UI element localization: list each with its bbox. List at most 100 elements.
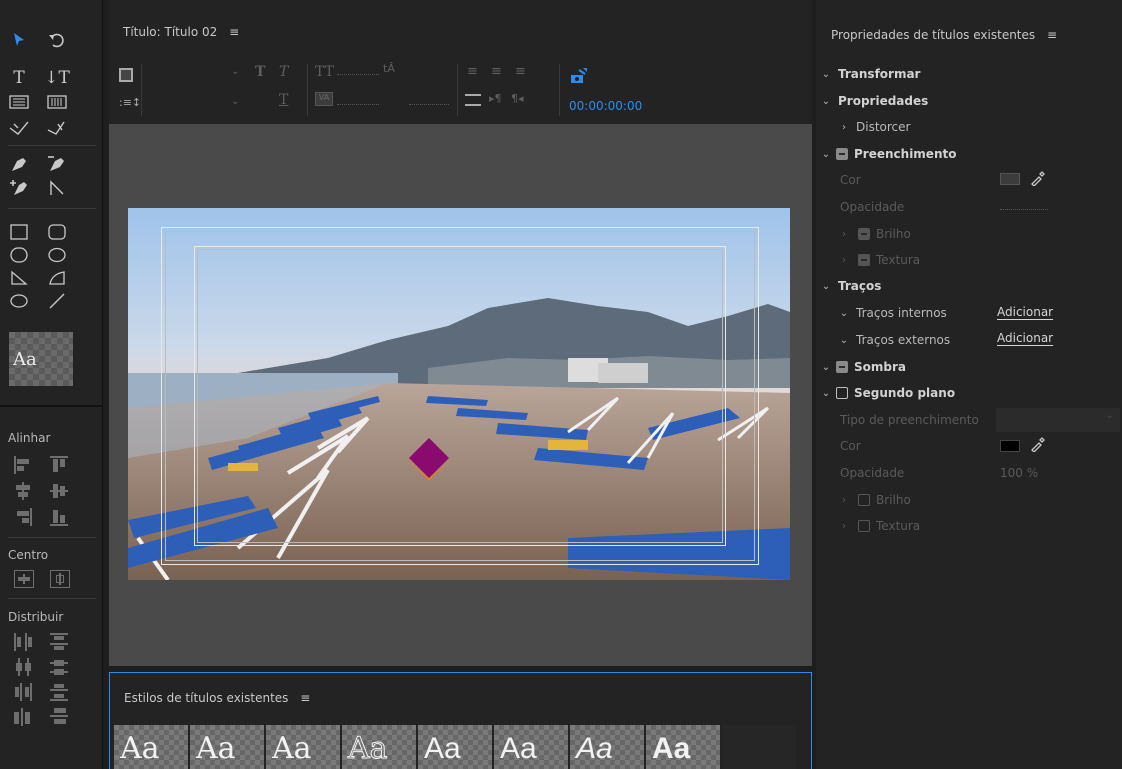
style-tile[interactable]: Aa (494, 725, 568, 769)
panel-menu-icon[interactable]: ≡ (229, 25, 239, 39)
section-propriedades[interactable]: ⌄ Propriedades (820, 91, 928, 111)
path-type-tool-icon[interactable] (8, 118, 30, 138)
tab-icon[interactable] (465, 94, 481, 106)
distribute-bottom-icon[interactable] (50, 683, 70, 701)
rotation-tool-icon[interactable] (46, 30, 68, 50)
rectangle-tool-icon[interactable] (8, 222, 30, 242)
chevron-right-icon[interactable]: › (838, 495, 850, 506)
section-tracos-externos[interactable]: ⌄ Traços externos (838, 330, 950, 350)
roll-crawl-options-icon[interactable] (119, 68, 133, 82)
fill-opacity-value[interactable] (1000, 209, 1048, 210)
fill-checkbox[interactable] (836, 148, 848, 160)
style-tile[interactable]: Aa (342, 725, 416, 769)
type-tool-icon[interactable]: T (8, 68, 30, 88)
panel-menu-icon[interactable]: ≡ (1047, 28, 1057, 42)
section-brilho[interactable]: › Brilho (838, 224, 911, 244)
show-background-video-icon[interactable] (569, 68, 587, 87)
center-vertical-icon[interactable] (50, 570, 70, 588)
area-type-tool-icon[interactable] (8, 92, 30, 112)
chevron-down-icon[interactable]: ⌄ (820, 388, 832, 399)
paragraph-icon[interactable]: ▸¶ (489, 92, 502, 105)
timecode-display[interactable]: 00:00:00:00 (569, 99, 642, 113)
fill-color-swatch[interactable] (1000, 173, 1020, 185)
line-tool-icon[interactable] (46, 291, 68, 311)
center-text-icon[interactable]: ≡ (491, 64, 502, 79)
distribute-right-icon[interactable] (14, 683, 34, 701)
align-right-text-icon[interactable]: ≡ (515, 64, 526, 79)
vertical-path-type-tool-icon[interactable] (46, 118, 68, 138)
texture-checkbox[interactable] (858, 520, 870, 532)
chevron-right-icon[interactable]: › (838, 521, 850, 532)
distribute-left-icon[interactable] (14, 633, 34, 651)
leading-icon[interactable]: tÂ (383, 62, 395, 75)
style-tile[interactable]: Aa (114, 725, 188, 769)
distribute-horizontal-even-icon[interactable] (14, 708, 34, 726)
panel-menu-icon[interactable]: ≡ (300, 691, 310, 705)
align-left-icon[interactable] (14, 456, 34, 474)
pen-tool-icon[interactable] (8, 154, 30, 174)
distribute-vertical-even-icon[interactable] (50, 708, 70, 726)
eyedropper-icon[interactable] (1030, 436, 1046, 455)
font-size-icon[interactable]: TT (315, 64, 334, 80)
font-family-dropdown-icon[interactable]: ⌄ (231, 66, 239, 77)
align-bottom-icon[interactable] (50, 508, 70, 526)
background-opacity-value[interactable]: 100 % (1000, 463, 1038, 483)
chevron-down-icon[interactable]: ⌄ (838, 308, 850, 319)
sheen-checkbox[interactable] (858, 228, 870, 240)
title-canvas[interactable] (109, 124, 812, 666)
section-brilho-2[interactable]: › Brilho (838, 490, 911, 510)
tab-stops-icon[interactable]: :≡↕ (119, 96, 141, 109)
style-tile[interactable]: Aa (570, 725, 644, 769)
center-horizontal-icon[interactable] (14, 570, 34, 588)
chevron-down-icon[interactable]: ⌄ (820, 149, 832, 160)
style-tile[interactable]: Aa (418, 725, 492, 769)
distribute-top-icon[interactable] (50, 633, 70, 651)
background-checkbox[interactable] (836, 387, 848, 399)
distribute-horizontal-center-icon[interactable] (14, 658, 34, 676)
section-distorcer[interactable]: › Distorcer (838, 117, 910, 137)
section-transformar[interactable]: ⌄ Transformar (820, 64, 921, 84)
section-tracos-internos[interactable]: ⌄ Traços internos (838, 303, 947, 323)
underline-icon[interactable]: T (279, 92, 288, 108)
paragraph-rtl-icon[interactable]: ¶◂ (511, 92, 524, 105)
rounded-corner-rectangle-icon[interactable] (46, 245, 68, 265)
kerning-icon[interactable]: VA (315, 92, 333, 106)
add-inner-stroke-link[interactable]: Adicionar (997, 305, 1053, 319)
bold-icon[interactable]: T (255, 64, 265, 80)
style-tile[interactable]: Aa (646, 725, 720, 769)
chevron-right-icon[interactable]: › (838, 229, 850, 240)
convert-anchor-point-icon[interactable] (46, 178, 68, 198)
rounded-rectangle-tool-icon[interactable] (46, 222, 68, 242)
fill-type-dropdown[interactable]: ⌄ (996, 408, 1120, 432)
add-outer-stroke-link[interactable]: Adicionar (997, 331, 1053, 345)
background-color-swatch[interactable] (1000, 440, 1020, 452)
vertical-area-type-tool-icon[interactable] (46, 92, 68, 112)
align-vertical-center-icon[interactable] (50, 482, 70, 500)
selection-tool-icon[interactable] (8, 30, 30, 50)
section-textura-2[interactable]: › Textura (838, 516, 920, 536)
font-style-dropdown-icon[interactable]: ⌄ (231, 96, 239, 107)
distribute-vertical-center-icon[interactable] (50, 658, 70, 676)
section-preenchimento[interactable]: ⌄ Preenchimento (820, 144, 957, 164)
ellipse-tool-icon[interactable] (8, 291, 30, 311)
style-tile[interactable]: Aa (190, 725, 264, 769)
shadow-checkbox[interactable] (836, 361, 848, 373)
chevron-down-icon[interactable]: ⌄ (820, 362, 832, 373)
align-horizontal-center-icon[interactable] (14, 482, 34, 500)
sheen-checkbox[interactable] (858, 494, 870, 506)
align-left-text-icon[interactable]: ≡ (467, 64, 478, 79)
section-sombra[interactable]: ⌄ Sombra (820, 357, 906, 377)
chevron-right-icon[interactable]: › (838, 122, 850, 133)
chevron-down-icon[interactable]: ⌄ (820, 69, 832, 80)
vertical-type-tool-icon[interactable]: ↓T (44, 68, 70, 88)
section-tracos[interactable]: ⌄ Traços (820, 276, 882, 296)
eyedropper-icon[interactable] (1030, 170, 1046, 190)
texture-checkbox[interactable] (858, 254, 870, 266)
align-top-icon[interactable] (50, 456, 70, 474)
delete-anchor-point-icon[interactable] (46, 154, 68, 174)
style-tile[interactable]: Aa (266, 725, 340, 769)
chevron-down-icon[interactable]: ⌄ (820, 96, 832, 107)
chevron-down-icon[interactable]: ⌄ (820, 281, 832, 292)
clipped-corner-rectangle-icon[interactable] (8, 245, 30, 265)
chevron-right-icon[interactable]: › (838, 255, 850, 266)
